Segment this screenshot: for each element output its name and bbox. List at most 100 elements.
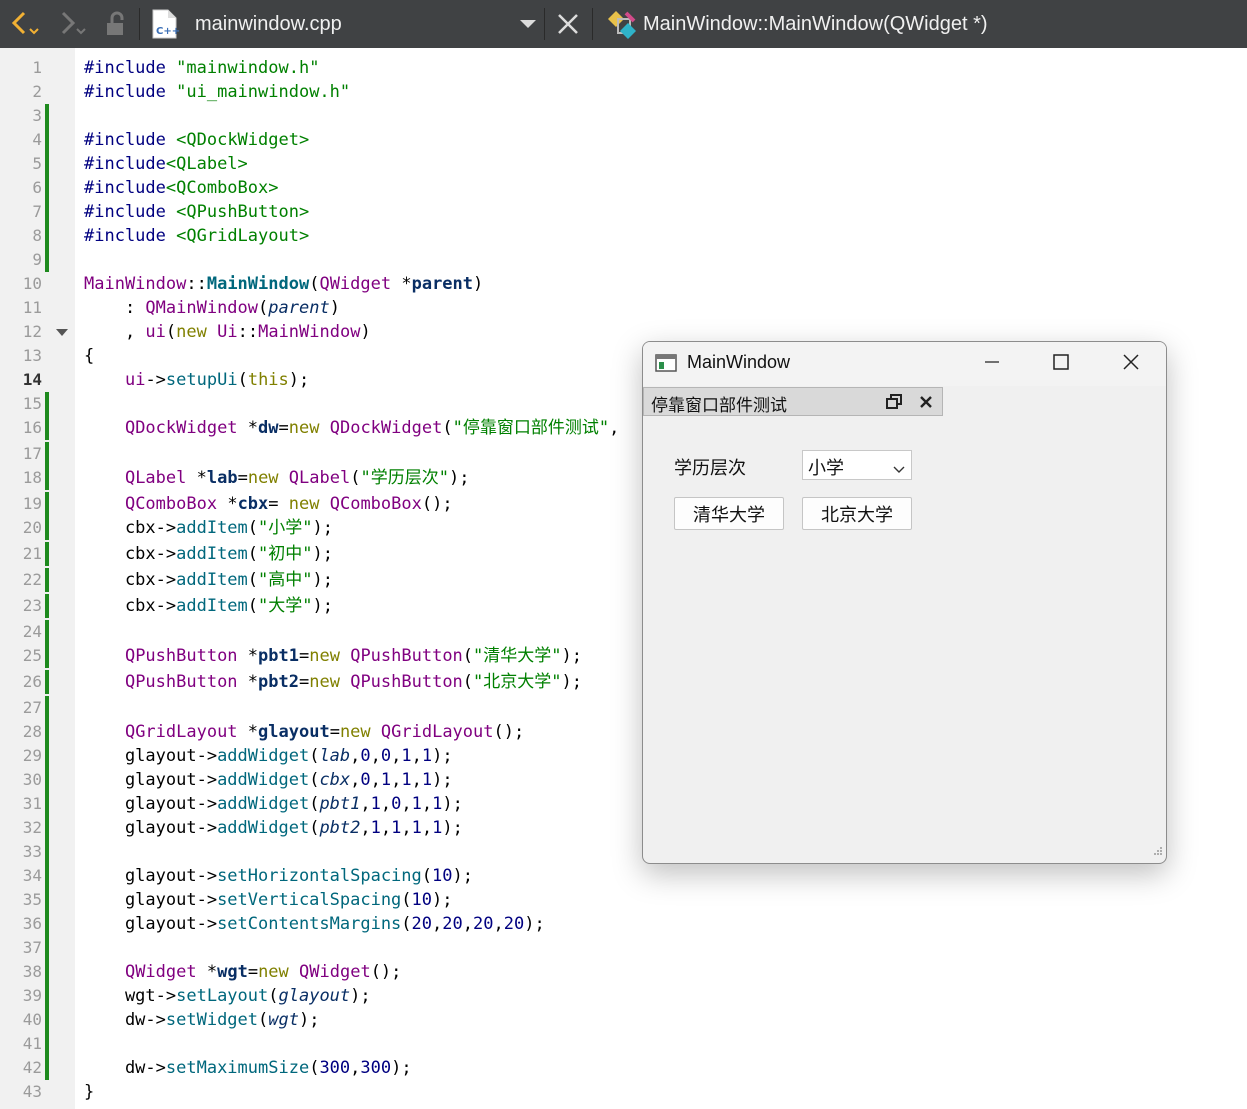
change-marker <box>45 516 49 540</box>
code-line[interactable]: 4 #include <QDockWidget> <box>0 128 1247 152</box>
change-marker <box>45 568 49 592</box>
line-number: 4 <box>32 130 42 149</box>
change-marker <box>45 744 49 768</box>
dropdown-arrow-icon[interactable] <box>519 0 537 48</box>
code-line[interactable]: 6 #include<QComboBox> <box>0 176 1247 200</box>
code-line[interactable]: 36 glayout->setContentsMargins(20,20,20,… <box>0 912 1247 936</box>
forward-arrow-icon[interactable] <box>55 0 89 48</box>
change-marker <box>45 492 49 516</box>
float-icon[interactable] <box>886 394 902 414</box>
file-name[interactable]: mainwindow.cpp <box>195 0 342 48</box>
code-line[interactable]: 2 #include "ui_mainwindow.h" <box>0 80 1247 104</box>
change-marker <box>45 620 49 644</box>
line-number: 19 <box>22 494 42 513</box>
change-marker <box>45 594 49 618</box>
code-text: #include<QComboBox> <box>84 178 279 198</box>
resize-grip-icon[interactable] <box>1153 841 1163 860</box>
code-text: dw->setMaximumSize(300,300); <box>84 1058 412 1078</box>
code-text: #include <QPushButton> <box>84 202 310 222</box>
code-text: QDockWidget *dw=new QDockWidget("停靠窗口部件测… <box>124 418 620 438</box>
line-number: 16 <box>22 418 42 437</box>
code-line[interactable]: 7 #include <QPushButton> <box>0 200 1247 224</box>
change-marker <box>45 392 49 416</box>
maximize-button[interactable] <box>1028 342 1094 386</box>
change-marker <box>45 442 49 466</box>
code-line[interactable]: 8 #include <QGridLayout> <box>0 224 1247 248</box>
code-line[interactable]: 35 glayout->setVerticalSpacing(10); <box>0 888 1247 912</box>
line-number: 17 <box>22 444 42 463</box>
code-text: , ui(new Ui::MainWindow) <box>84 322 371 342</box>
line-number: 33 <box>22 842 42 861</box>
change-marker <box>45 960 49 984</box>
change-marker <box>45 200 49 224</box>
line-number: 35 <box>22 890 42 909</box>
code-line[interactable]: 38 QWidget *wgt=new QWidget(); <box>0 960 1247 984</box>
change-marker <box>45 152 49 176</box>
close-icon <box>1122 353 1140 375</box>
change-marker <box>45 864 49 888</box>
code-text: wgt->setLayout(glayout); <box>84 986 371 1006</box>
dock-title: 停靠窗口部件测试 <box>651 396 787 416</box>
line-number: 9 <box>32 250 42 269</box>
change-marker <box>45 768 49 792</box>
combo-selected-value: 小学 <box>808 458 844 479</box>
symbol-name[interactable]: MainWindow::MainWindow(QWidget *) <box>643 0 988 48</box>
code-line[interactable]: 34 glayout->setHorizontalSpacing(10); <box>0 864 1247 888</box>
change-marker <box>45 416 49 440</box>
dock-close-icon[interactable] <box>918 394 934 414</box>
minimize-button[interactable] <box>959 342 1025 386</box>
change-marker <box>45 1032 49 1056</box>
change-marker <box>45 888 49 912</box>
close-icon[interactable] <box>556 0 580 48</box>
symbol-icon <box>604 0 638 48</box>
code-text: cbx->addItem("大学"); <box>84 596 333 616</box>
change-marker <box>45 696 49 720</box>
code-line[interactable]: 39 wgt->setLayout(glayout); <box>0 984 1247 1008</box>
change-marker <box>45 176 49 200</box>
change-marker <box>45 128 49 152</box>
cpp-file-icon: C++ <box>150 0 180 48</box>
line-number: 14 <box>22 370 42 389</box>
line-number: 40 <box>22 1010 42 1029</box>
line-number: 37 <box>22 938 42 957</box>
education-level-label: 学历层次 <box>674 458 746 479</box>
code-text: MainWindow::MainWindow(QWidget *parent) <box>84 274 484 294</box>
window-titlebar[interactable]: MainWindow <box>643 342 1166 386</box>
change-marker <box>45 840 49 864</box>
line-number: 13 <box>22 346 42 365</box>
svg-text:C++: C++ <box>156 26 180 37</box>
change-marker <box>45 224 49 248</box>
code-line[interactable]: 41 <box>0 1032 1247 1056</box>
tsinghua-button[interactable]: 清华大学 <box>674 497 784 530</box>
change-marker <box>45 644 49 668</box>
fold-arrow-icon[interactable] <box>56 329 68 336</box>
code-line[interactable]: 11 : QMainWindow(parent) <box>0 296 1247 320</box>
code-line[interactable]: 5 #include<QLabel> <box>0 152 1247 176</box>
code-line[interactable]: 37 <box>0 936 1247 960</box>
change-marker <box>45 542 49 566</box>
education-combobox[interactable]: 小学 <box>802 450 912 480</box>
line-number: 20 <box>22 518 42 537</box>
code-text: QPushButton *pbt1=new QPushButton("清华大学"… <box>124 646 583 666</box>
code-line[interactable]: 43} <box>0 1080 1247 1104</box>
code-line[interactable]: 10 MainWindow::MainWindow(QWidget *parent… <box>0 272 1247 296</box>
back-arrow-icon[interactable] <box>8 0 42 48</box>
main-window[interactable]: MainWindow 停靠窗口部件测试 学历层次 小学 清华大学 北京大学 <box>642 341 1167 864</box>
code-line[interactable]: 3 <box>0 104 1247 128</box>
window-title: MainWindow <box>687 352 791 372</box>
code-text: ui->setupUi(this); <box>124 370 310 390</box>
line-number: 31 <box>22 794 42 813</box>
line-number: 22 <box>22 570 42 589</box>
code-line[interactable]: 9 <box>0 248 1247 272</box>
code-line[interactable]: 1 #include "mainwindow.h" <box>0 56 1247 80</box>
code-text: glayout->addWidget(cbx,0,1,1,1); <box>84 770 453 790</box>
lock-icon[interactable] <box>104 0 130 48</box>
line-number: 2 <box>32 82 42 101</box>
minimize-icon <box>983 353 1001 375</box>
code-line[interactable]: 42 dw->setMaximumSize(300,300); <box>0 1056 1247 1080</box>
code-line[interactable]: 40 dw->setWidget(wgt); <box>0 1008 1247 1032</box>
line-number: 21 <box>22 544 42 563</box>
dock-widget-titlebar[interactable]: 停靠窗口部件测试 <box>643 387 943 416</box>
peking-button[interactable]: 北京大学 <box>802 497 912 530</box>
window-close-button[interactable] <box>1098 342 1164 386</box>
